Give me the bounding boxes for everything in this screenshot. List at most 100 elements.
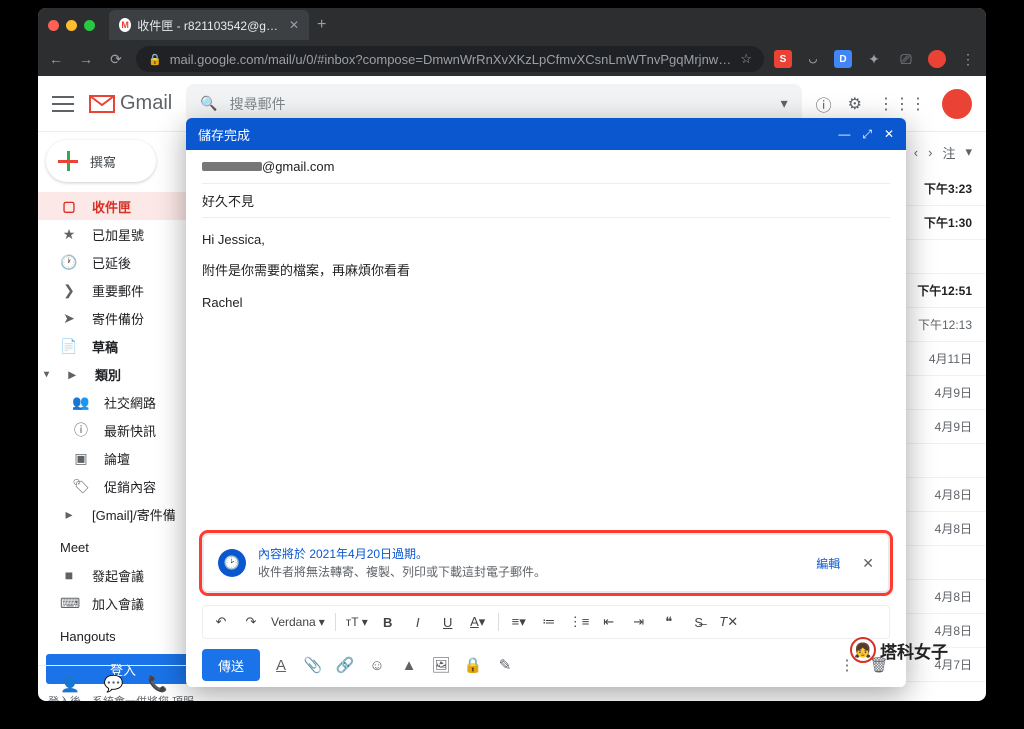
sidebar-item-inbox[interactable]: ▢收件匣 [38, 192, 208, 220]
compose-button[interactable]: 撰寫 [46, 140, 156, 182]
back-icon[interactable]: ← [46, 51, 66, 67]
person-icon[interactable]: 👤 [60, 674, 80, 694]
unordered-list-icon[interactable]: ⋮≡ [569, 614, 589, 630]
ext-icon[interactable]: S [774, 50, 792, 68]
subject-field[interactable]: 好久不見 [202, 184, 890, 218]
attach-icon[interactable]: 📎 [302, 656, 324, 674]
link-icon[interactable]: 🔗 [334, 656, 356, 674]
pocket-icon[interactable]: ◡ [804, 50, 822, 68]
indent-less-icon[interactable]: ⇤ [599, 614, 619, 630]
support-icon[interactable]: ⓘ [816, 92, 832, 116]
font-size-select[interactable]: тT ▾ [346, 615, 368, 629]
sidebar-item-important[interactable]: ❯重要郵件 [38, 276, 208, 304]
important-icon: ❯ [60, 282, 78, 299]
hangouts-heading: Hangouts [38, 617, 208, 650]
chevron-down-icon[interactable]: ▾ [965, 144, 972, 160]
image-icon[interactable]: 🖼 [430, 656, 452, 674]
forums-icon: ▣ [72, 450, 90, 467]
phone-icon[interactable]: 📞 [148, 674, 168, 694]
gmail-logo[interactable]: Gmail [88, 92, 172, 115]
settings-icon[interactable]: ⚙ [848, 94, 862, 114]
strike-icon[interactable]: S̶ [689, 615, 709, 630]
search-icon: 🔍 [200, 95, 217, 112]
indent-more-icon[interactable]: ⇥ [629, 614, 649, 630]
sidebar-item-updates[interactable]: ⓘ最新快訊 [38, 416, 208, 444]
bold-icon[interactable]: B [378, 615, 398, 630]
forward-icon[interactable]: → [76, 51, 96, 67]
ordered-list-icon[interactable]: ≔ [539, 614, 559, 630]
sidebar-item-clock[interactable]: 🕐已延後 [38, 248, 208, 276]
inbox-icon: ▢ [60, 198, 78, 215]
sidebar-item-promotions[interactable]: 🏷促銷內容 [38, 472, 208, 500]
edit-button[interactable]: 編輯 [816, 555, 840, 572]
ext-icon-d[interactable]: D [834, 50, 852, 68]
format-toolbar: ↶ ↷ Verdana ▾ тT ▾ B I U A▾ ≡▾ ≔ ⋮≡ ⇤ ⇥ … [202, 605, 890, 639]
send-button[interactable]: 傳送 [202, 649, 260, 681]
meet-item-keyboard[interactable]: ⌨加入會議 [38, 589, 208, 617]
minimize-icon[interactable] [66, 20, 77, 31]
star-icon[interactable]: ☆ [740, 51, 752, 67]
redo-icon[interactable]: ↷ [241, 614, 261, 630]
menu-icon[interactable]: ⋮ [958, 51, 978, 68]
minimize-icon[interactable]: — [838, 127, 850, 141]
reload-icon[interactable]: ⟳ [106, 51, 126, 68]
sidebar-item-social[interactable]: 👥社交網路 [38, 388, 208, 416]
sidebar-item-forums[interactable]: ▣論壇 [38, 444, 208, 472]
maximize-icon[interactable] [84, 20, 95, 31]
window-controls[interactable] [48, 20, 95, 31]
close-icon[interactable]: ✕ [884, 127, 894, 141]
sidebar: 撰寫 ▢收件匣★已加星號🕐已延後❯重要郵件➤寄件備份📄草稿▾▸類別👥社交網路ⓘ最… [38, 132, 208, 701]
sidebar-item-star[interactable]: ★已加星號 [38, 220, 208, 248]
align-icon[interactable]: ≡▾ [509, 614, 529, 630]
url-bar[interactable]: 🔒 mail.google.com/mail/u/0/#inbox?compos… [136, 46, 764, 72]
tab-title: 收件匣 - r821103542@gmail.co [137, 17, 283, 34]
drive-icon[interactable]: ▲ [398, 657, 420, 674]
cast-icon[interactable]: ⎚ [896, 51, 916, 68]
sidebar-item-category[interactable]: ▾▸類別 [38, 360, 208, 388]
to-field[interactable]: @gmail.com [202, 150, 890, 184]
account-avatar[interactable] [942, 89, 972, 119]
apps-icon[interactable]: ⋮⋮⋮ [878, 94, 926, 114]
send-toolbar: 傳送 A 📎 🔗 ☺ ▲ 🖼 🔒 ✎ ⋮ 🗑 [186, 643, 906, 687]
format-toggle-icon[interactable]: A [270, 657, 292, 674]
browser-tab[interactable]: M 收件匣 - r821103542@gmail.co ✕ [109, 10, 309, 40]
meet-item-video[interactable]: ■發起會議 [38, 561, 208, 589]
menu-icon[interactable] [52, 96, 74, 112]
extensions-icon[interactable]: ✦ [864, 51, 884, 68]
tab-close-icon[interactable]: ✕ [289, 18, 299, 32]
text-color-icon[interactable]: A▾ [468, 614, 488, 630]
tab-bar: M 收件匣 - r821103542@gmail.co ✕ + [38, 8, 986, 42]
clear-format-icon[interactable]: T✕ [719, 614, 739, 630]
prev-icon[interactable]: ‹ [914, 145, 918, 160]
sidebar-item-sent[interactable]: ➤寄件備份 [38, 304, 208, 332]
sent-icon: ➤ [60, 310, 78, 327]
gmail-icon [88, 94, 116, 114]
quote-icon[interactable]: ❝ [659, 614, 679, 630]
undo-icon[interactable]: ↶ [211, 614, 231, 630]
close-icon[interactable] [48, 20, 59, 31]
watermark-icon: 👧 [850, 637, 876, 663]
new-tab-button[interactable]: + [317, 16, 326, 34]
confidential-toggle-icon[interactable]: 🔒 [462, 656, 484, 674]
underline-icon[interactable]: U [438, 615, 458, 630]
clock-icon: 🕐 [60, 254, 78, 271]
sidebar-item-draft[interactable]: 📄草稿 [38, 332, 208, 360]
sidebar-footer: 👤 💬 📞 [38, 665, 208, 701]
compose-window: 儲存完成 — ⤢ ✕ @gmail.com 好久不見 Hi Jessica, 附… [186, 118, 906, 687]
sidebar-item-label[interactable]: ▸[Gmail]/寄件備 [38, 500, 208, 528]
redacted [202, 162, 262, 171]
italic-icon[interactable]: I [408, 615, 428, 630]
close-icon[interactable]: ✕ [862, 555, 874, 572]
profile-avatar[interactable] [928, 50, 946, 68]
chat-icon[interactable]: 💬 [104, 674, 124, 694]
compose-header[interactable]: 儲存完成 — ⤢ ✕ [186, 118, 906, 150]
compose-body[interactable]: Hi Jessica, 附件是你需要的檔案，再麻煩你看看 Rachel [186, 218, 906, 525]
pen-icon[interactable]: ✎ [494, 656, 516, 674]
search-options-icon[interactable]: ▾ [781, 95, 788, 112]
plus-icon [56, 149, 80, 173]
font-select[interactable]: Verdana ▾ [271, 615, 325, 629]
next-icon[interactable]: › [928, 145, 932, 160]
emoji-icon[interactable]: ☺ [366, 657, 388, 674]
expand-icon[interactable]: ⤢ [862, 127, 872, 142]
updates-icon: ⓘ [72, 420, 90, 440]
